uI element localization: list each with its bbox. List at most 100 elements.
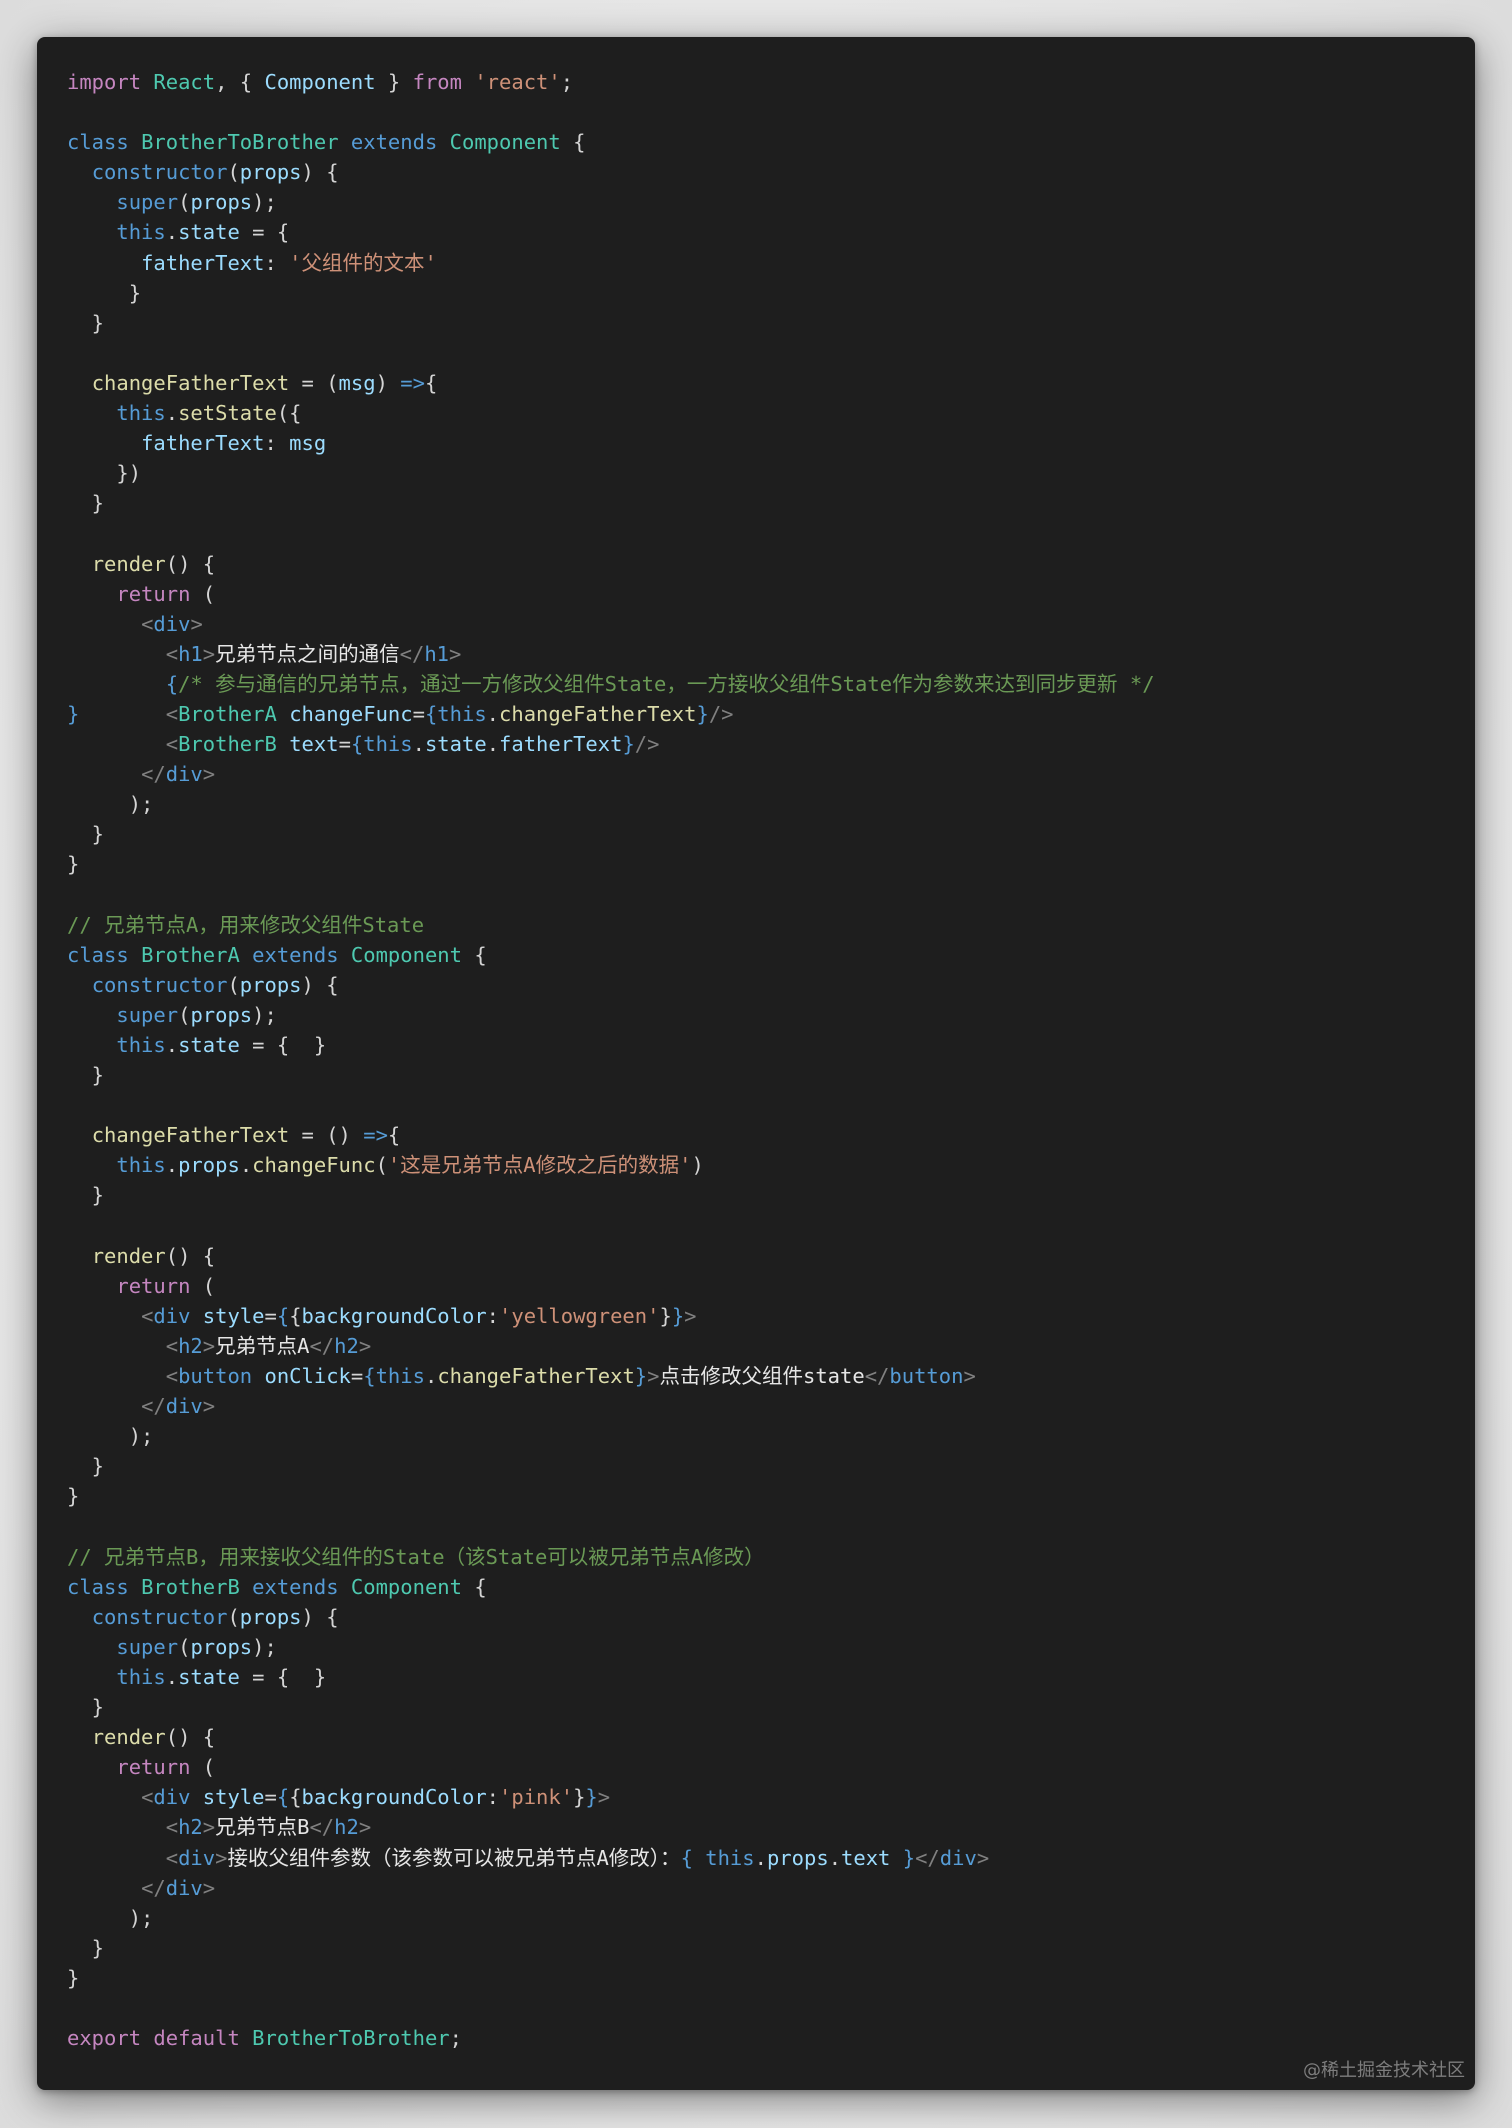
identifier: msg bbox=[338, 370, 376, 395]
punctuation bbox=[67, 431, 141, 455]
punctuation bbox=[67, 1725, 92, 1749]
identifier: props bbox=[178, 1153, 240, 1178]
jsx-text: 兄弟节点之间的通信 bbox=[215, 641, 400, 666]
punctuation bbox=[240, 1575, 252, 1599]
type-name: React bbox=[153, 70, 216, 94]
punctuation: () { bbox=[165, 551, 216, 576]
punctuation bbox=[67, 732, 166, 756]
punctuation bbox=[67, 371, 92, 395]
code-line: changeFatherText = () =>{ bbox=[67, 1120, 1155, 1150]
type-name: Component bbox=[350, 1574, 462, 1599]
code-line: } bbox=[67, 849, 1155, 879]
jsx-bracket: > bbox=[202, 762, 216, 787]
punctuation bbox=[67, 220, 116, 244]
punctuation: ) bbox=[375, 370, 401, 395]
watermark: @稀土掘金技术社区 bbox=[1303, 2060, 1465, 2081]
code-line: {/* 参与通信的兄弟节点，通过一方修改父组件State，一方接收父组件Stat… bbox=[67, 669, 1155, 699]
code-line: return ( bbox=[67, 579, 1155, 609]
declaration-keyword: {this bbox=[350, 732, 413, 757]
punctuation: } bbox=[67, 822, 105, 847]
declaration-keyword: extends bbox=[252, 942, 339, 967]
punctuation: ) { bbox=[301, 160, 339, 185]
code-line: } bbox=[67, 1481, 1155, 1511]
jsx-bracket: < bbox=[165, 1845, 179, 1870]
punctuation bbox=[67, 1033, 116, 1057]
punctuation bbox=[67, 1274, 116, 1298]
declaration-keyword: { bbox=[276, 1785, 290, 1810]
punctuation: ( bbox=[178, 190, 191, 215]
declaration-keyword: super bbox=[116, 1634, 179, 1659]
code-line: </div> bbox=[67, 759, 1155, 789]
code-line: } bbox=[67, 1180, 1155, 1210]
jsx-bracket: > bbox=[202, 1815, 216, 1840]
declaration-keyword: this bbox=[116, 1664, 166, 1689]
punctuation bbox=[462, 70, 474, 94]
code-line: export default BrotherToBrother; bbox=[67, 2023, 1155, 2053]
code-line: import React, { Component } from 'react'… bbox=[67, 67, 1155, 97]
punctuation: } bbox=[67, 1484, 80, 1509]
identifier: onClick bbox=[264, 1364, 351, 1389]
declaration-keyword: super bbox=[116, 190, 179, 215]
declaration-keyword: class bbox=[67, 942, 129, 967]
jsx-tag-name: div bbox=[165, 1394, 203, 1419]
punctuation: : bbox=[486, 1785, 500, 1810]
jsx-text: 点击修改父组件state bbox=[659, 1364, 865, 1389]
jsx-bracket: < bbox=[165, 1815, 179, 1840]
declaration-keyword: } bbox=[671, 1303, 685, 1328]
punctuation bbox=[890, 1846, 902, 1870]
jsx-bracket: > bbox=[976, 1845, 990, 1870]
punctuation: ; bbox=[449, 2026, 462, 2051]
code-line: } bbox=[67, 1692, 1155, 1722]
punctuation bbox=[67, 1785, 141, 1809]
punctuation bbox=[277, 702, 289, 726]
jsx-bracket: > bbox=[190, 611, 203, 636]
code-line: <div style={{backgroundColor:'pink'}}> bbox=[67, 1782, 1155, 1812]
jsx-bracket: > bbox=[202, 1333, 216, 1358]
keyword: import bbox=[67, 70, 142, 94]
code-line: ); bbox=[67, 1421, 1155, 1451]
identifier: msg bbox=[289, 431, 327, 456]
declaration-keyword: class bbox=[67, 130, 129, 155]
punctuation bbox=[67, 160, 92, 184]
declaration-keyword: extends bbox=[350, 130, 438, 155]
jsx-tag-name: h2 bbox=[178, 1815, 203, 1840]
comment: // 兄弟节点A，用来修改父组件State bbox=[67, 912, 425, 937]
punctuation bbox=[252, 1364, 264, 1388]
punctuation: ( bbox=[227, 160, 240, 185]
punctuation: ); bbox=[67, 1424, 154, 1449]
punctuation: . bbox=[486, 701, 500, 726]
punctuation: } bbox=[67, 310, 105, 335]
code-line: } bbox=[67, 819, 1155, 849]
punctuation bbox=[67, 1665, 116, 1689]
keyword: from bbox=[412, 70, 462, 94]
code-line: // 兄弟节点A，用来修改父组件State bbox=[67, 910, 1155, 940]
punctuation: ( bbox=[375, 1153, 388, 1178]
jsx-bracket: > bbox=[449, 641, 462, 666]
code-line: render() { bbox=[67, 1241, 1155, 1271]
jsx-bracket: > bbox=[358, 1815, 372, 1840]
punctuation: () { bbox=[165, 1725, 216, 1750]
jsx-text: 接收父组件参数（该参数可以被兄弟节点A修改）： bbox=[227, 1845, 681, 1870]
jsx-bracket: < bbox=[165, 1364, 179, 1389]
punctuation bbox=[339, 943, 351, 967]
punctuation: } bbox=[67, 1063, 105, 1088]
declaration-keyword: } bbox=[902, 1845, 916, 1870]
declaration-keyword: } bbox=[696, 701, 709, 726]
jsx-bracket: < bbox=[165, 641, 179, 666]
type-name: BrotherA bbox=[141, 942, 240, 967]
jsx-bracket: < bbox=[141, 1785, 154, 1810]
jsx-bracket: </ bbox=[864, 1364, 890, 1389]
jsx-tag-name: h2 bbox=[178, 1333, 203, 1358]
type-name: Component bbox=[350, 942, 462, 967]
punctuation: ); bbox=[252, 190, 277, 215]
jsx-tag-name: div bbox=[939, 1845, 977, 1870]
punctuation bbox=[67, 1153, 116, 1177]
identifier: props bbox=[239, 972, 302, 997]
punctuation bbox=[240, 2026, 252, 2050]
code-line: ); bbox=[67, 1903, 1155, 1933]
declaration-keyword: this bbox=[116, 1033, 166, 1057]
code-line: <div style={{backgroundColor:'yellowgree… bbox=[67, 1301, 1155, 1331]
